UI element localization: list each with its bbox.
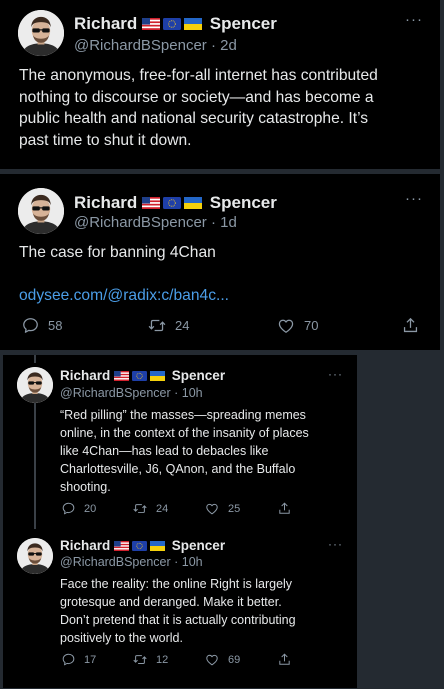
like-button[interactable]: 25 <box>204 501 240 516</box>
avatar-photo <box>18 188 64 234</box>
more-icon[interactable]: ··· <box>328 367 343 381</box>
share-button[interactable] <box>401 316 420 335</box>
display-name[interactable]: Richard Spencer <box>60 538 225 553</box>
avatar-photo <box>17 538 53 574</box>
tweet-text: The case for banning 4Chan <box>19 244 216 261</box>
tweet-text: The anonymous, free-for-all internet has… <box>19 67 378 149</box>
retweet-icon <box>132 652 148 667</box>
name-last: Spencer <box>171 538 226 553</box>
name-first: Richard <box>60 368 111 383</box>
flag-ukraine-icon <box>150 541 165 551</box>
flag-eu-icon <box>163 197 181 209</box>
flag-ukraine-icon <box>150 371 165 381</box>
display-name[interactable]: Richard Spencer <box>60 368 225 383</box>
name-first: Richard <box>74 14 138 33</box>
reply-button[interactable]: 20 <box>61 501 96 516</box>
handle-timestamp[interactable]: @RichardBSpencer · 10h <box>60 386 203 400</box>
like-button[interactable]: 69 <box>204 652 240 667</box>
name-last: Spencer <box>209 193 277 212</box>
more-icon[interactable]: ··· <box>405 190 423 207</box>
like-count: 25 <box>228 502 241 515</box>
name-last: Spencer <box>209 14 277 33</box>
reply-button[interactable]: 17 <box>61 652 96 667</box>
like-icon <box>204 501 220 516</box>
name-first: Richard <box>74 193 138 212</box>
retweet-button[interactable]: 24 <box>147 316 189 335</box>
share-button[interactable] <box>277 501 292 516</box>
tweet-text: Face the reality: the online Right is la… <box>60 577 296 645</box>
retweet-icon <box>132 501 148 516</box>
like-icon <box>204 652 220 667</box>
display-name[interactable]: Richard Spencer <box>74 14 277 34</box>
tweet-link[interactable]: odysee.com/@radix:c/ban4c... <box>19 287 229 305</box>
flag-ukraine-icon <box>184 18 202 30</box>
like-button[interactable]: 70 <box>276 316 318 335</box>
flag-eu-icon <box>163 18 181 30</box>
avatar[interactable] <box>17 367 53 403</box>
name-last: Spencer <box>171 368 226 383</box>
display-name[interactable]: Richard Spencer <box>74 193 277 213</box>
handle-timestamp[interactable]: @RichardBSpencer · 2d <box>74 37 237 54</box>
share-button[interactable] <box>277 652 292 667</box>
like-count: 69 <box>228 653 241 666</box>
flag-us-icon <box>114 371 129 381</box>
avatar[interactable] <box>18 10 64 56</box>
tweet-card-2[interactable]: Richard Spencer @RichardBSpencer · 1d ··… <box>0 174 440 350</box>
flag-eu-icon <box>132 541 147 551</box>
reply-count: 20 <box>84 502 97 515</box>
avatar-photo <box>17 367 53 403</box>
name-first: Richard <box>60 538 111 553</box>
reply-button[interactable]: 58 <box>21 316 62 335</box>
retweet-icon <box>147 316 167 335</box>
share-icon <box>277 652 292 667</box>
reply-icon <box>21 316 40 335</box>
share-icon <box>277 501 292 516</box>
thread-connector-line <box>34 355 36 363</box>
like-count: 70 <box>304 318 319 333</box>
thread-card: Richard Spencer @RichardBSpencer · 10h ·… <box>3 355 357 688</box>
tweet-text: “Red pilling” the masses—spreading memes… <box>60 408 309 494</box>
retweet-count: 12 <box>156 653 169 666</box>
flag-us-icon <box>142 18 160 30</box>
avatar[interactable] <box>17 538 53 574</box>
flag-ukraine-icon <box>184 197 202 209</box>
flag-us-icon <box>142 197 160 209</box>
thread-connector-line <box>34 401 36 529</box>
flag-us-icon <box>114 541 129 551</box>
reply-count: 17 <box>84 653 97 666</box>
reply-icon <box>61 501 76 516</box>
retweet-button[interactable]: 12 <box>132 652 168 667</box>
share-icon <box>401 316 420 335</box>
handle-timestamp[interactable]: @RichardBSpencer · 1d <box>74 214 237 231</box>
more-icon[interactable]: ··· <box>328 537 343 551</box>
retweet-count: 24 <box>156 502 169 515</box>
avatar-photo <box>18 10 64 56</box>
retweet-button[interactable]: 24 <box>132 501 168 516</box>
avatar[interactable] <box>18 188 64 234</box>
tweet-card-1[interactable]: Richard Spencer @RichardBSpencer · 2d ··… <box>0 0 440 169</box>
reply-icon <box>61 652 76 667</box>
flag-eu-icon <box>132 371 147 381</box>
handle-timestamp[interactable]: @RichardBSpencer · 10h <box>60 555 203 569</box>
retweet-count: 24 <box>175 318 190 333</box>
reply-count: 58 <box>48 318 63 333</box>
like-icon <box>276 316 296 335</box>
more-icon[interactable]: ··· <box>405 11 423 28</box>
